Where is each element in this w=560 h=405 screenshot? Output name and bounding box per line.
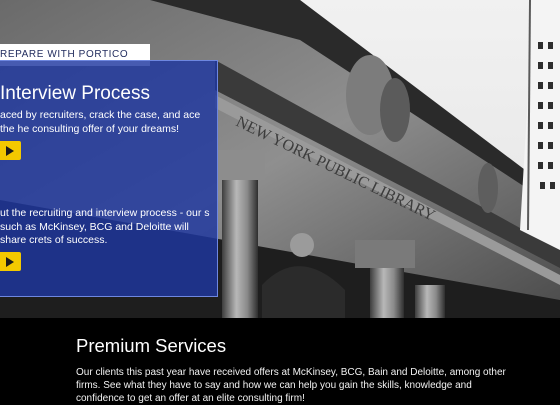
play-icon[interactable] [0,141,21,160]
interview-process-panel: Interview Process aced by recruiters, cr… [0,60,218,297]
premium-services-section: Premium Services Our clients this past y… [0,318,560,404]
services-text: Our clients this past year have received… [76,367,506,404]
panel-detail-text: ut the recruiting and interview process … [0,207,210,246]
services-title: Premium Services [76,335,227,356]
play-icon[interactable] [0,252,21,271]
panel-title: Interview Process [0,83,150,104]
panel-intro-text: aced by recruiters, crack the case, and … [0,109,201,135]
